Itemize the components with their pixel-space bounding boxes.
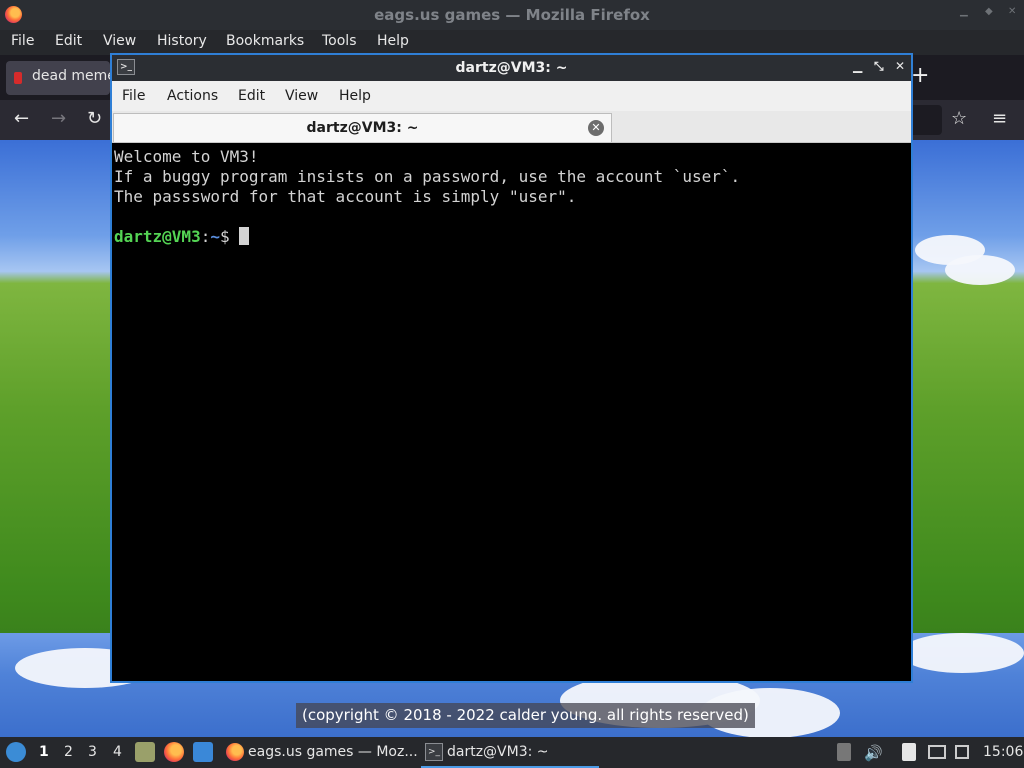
minimize-icon[interactable]: ▁ xyxy=(853,59,862,73)
prompt-symbol: $ xyxy=(219,227,240,246)
network-icon[interactable] xyxy=(955,745,969,759)
new-tab-icon[interactable]: + xyxy=(911,63,929,88)
workspace-4[interactable]: 4 xyxy=(113,744,122,760)
terminal-line: Welcome to VM3! xyxy=(114,147,259,166)
terminal-output[interactable]: Welcome to VM3! If a buggy program insist… xyxy=(114,145,911,681)
menu-edit[interactable]: Edit xyxy=(55,33,82,49)
minimize-icon[interactable]: ▁ xyxy=(960,6,968,17)
reload-icon[interactable]: ↻ xyxy=(87,108,102,129)
tab-close-icon[interactable]: ✕ xyxy=(588,120,604,136)
display-icon[interactable] xyxy=(928,745,946,759)
clipboard-icon[interactable] xyxy=(902,743,916,761)
maximize-icon[interactable]: ◆ xyxy=(985,6,993,17)
bookmark-star-icon[interactable]: ☆ xyxy=(951,108,967,129)
taskbar: 1 2 3 4 eags.us games — Moz... >_ dartz@… xyxy=(0,737,1024,768)
firefox-window-title: eags.us games — Mozilla Firefox xyxy=(374,6,650,24)
menu-history[interactable]: History xyxy=(157,33,207,49)
firefox-icon xyxy=(226,743,244,761)
menu-view[interactable]: View xyxy=(285,88,318,104)
terminal-tab[interactable]: dartz@VM3: ~ ✕ xyxy=(113,113,612,142)
volume-icon[interactable]: 🔊 xyxy=(864,744,883,762)
menu-view[interactable]: View xyxy=(103,33,136,49)
terminal-window-title: dartz@VM3: ~ xyxy=(455,60,568,76)
back-icon[interactable]: ← xyxy=(14,108,29,129)
task-firefox[interactable]: eags.us games — Moz... xyxy=(222,737,418,768)
menu-bookmarks[interactable]: Bookmarks xyxy=(226,33,304,49)
task-terminal[interactable]: >_ dartz@VM3: ~ xyxy=(421,737,599,768)
task-terminal-label: dartz@VM3: ~ xyxy=(447,744,549,760)
terminal-line: The passsword for that account is simply… xyxy=(114,187,577,206)
terminal-prompt-line: dartz@VM3:~$ xyxy=(114,227,911,247)
workspace-1[interactable]: 1 xyxy=(39,744,49,760)
text-cursor xyxy=(239,227,250,245)
menu-help[interactable]: Help xyxy=(339,88,371,104)
menu-file[interactable]: File xyxy=(11,33,34,49)
browser-tab[interactable]: dead meme xyxy=(6,61,112,95)
restore-icon[interactable]: ⤡ xyxy=(874,59,884,74)
terminal-tabbar: dartz@VM3: ~ ✕ xyxy=(112,111,911,143)
tray-notes-icon[interactable] xyxy=(837,743,851,761)
workspace-3[interactable]: 3 xyxy=(88,744,97,760)
close-icon[interactable]: ✕ xyxy=(1008,6,1016,17)
page-copyright-text: (copyright © 2018 - 2022 calder young. a… xyxy=(296,703,755,728)
tab-favicon-icon xyxy=(14,72,22,84)
show-desktop-icon[interactable] xyxy=(193,742,213,762)
terminal-icon: >_ xyxy=(425,743,443,761)
menu-file[interactable]: File xyxy=(122,88,145,104)
menu-tools[interactable]: Tools xyxy=(322,33,357,49)
firefox-menubar: File Edit View History Bookmarks Tools H… xyxy=(0,30,1024,55)
menu-help[interactable]: Help xyxy=(377,33,409,49)
prompt-user: dartz@VM3 xyxy=(114,227,201,246)
url-bar[interactable] xyxy=(912,105,942,135)
menu-edit[interactable]: Edit xyxy=(238,88,265,104)
browser-tab-label: dead meme xyxy=(32,68,112,84)
forward-icon[interactable]: → xyxy=(51,108,66,129)
clock[interactable]: 15:06 xyxy=(983,744,1023,760)
firefox-titlebar: eags.us games — Mozilla Firefox ▁ ◆ ✕ xyxy=(0,0,1024,30)
firefox-launcher-icon[interactable] xyxy=(164,742,184,762)
prompt-separator: : xyxy=(200,227,211,246)
prompt-path: ~ xyxy=(210,227,220,246)
hamburger-menu-icon[interactable]: ≡ xyxy=(992,108,1007,129)
terminal-menubar: File Actions Edit View Help xyxy=(112,81,911,111)
terminal-tab-label: dartz@VM3: ~ xyxy=(306,120,419,136)
terminal-titlebar: >_ dartz@VM3: ~ ▁ ⤡ ✕ xyxy=(112,55,911,81)
start-menu-icon[interactable] xyxy=(6,742,26,762)
terminal-window: >_ dartz@VM3: ~ ▁ ⤡ ✕ File Actions Edit … xyxy=(110,53,913,683)
terminal-line: If a buggy program insists on a password… xyxy=(114,167,741,186)
menu-actions[interactable]: Actions xyxy=(167,88,218,104)
workspace-2[interactable]: 2 xyxy=(64,744,73,760)
task-firefox-label: eags.us games — Moz... xyxy=(248,744,418,760)
close-icon[interactable]: ✕ xyxy=(895,59,905,73)
file-manager-icon[interactable] xyxy=(135,742,155,762)
cloud xyxy=(945,255,1015,285)
cloud xyxy=(900,633,1024,673)
